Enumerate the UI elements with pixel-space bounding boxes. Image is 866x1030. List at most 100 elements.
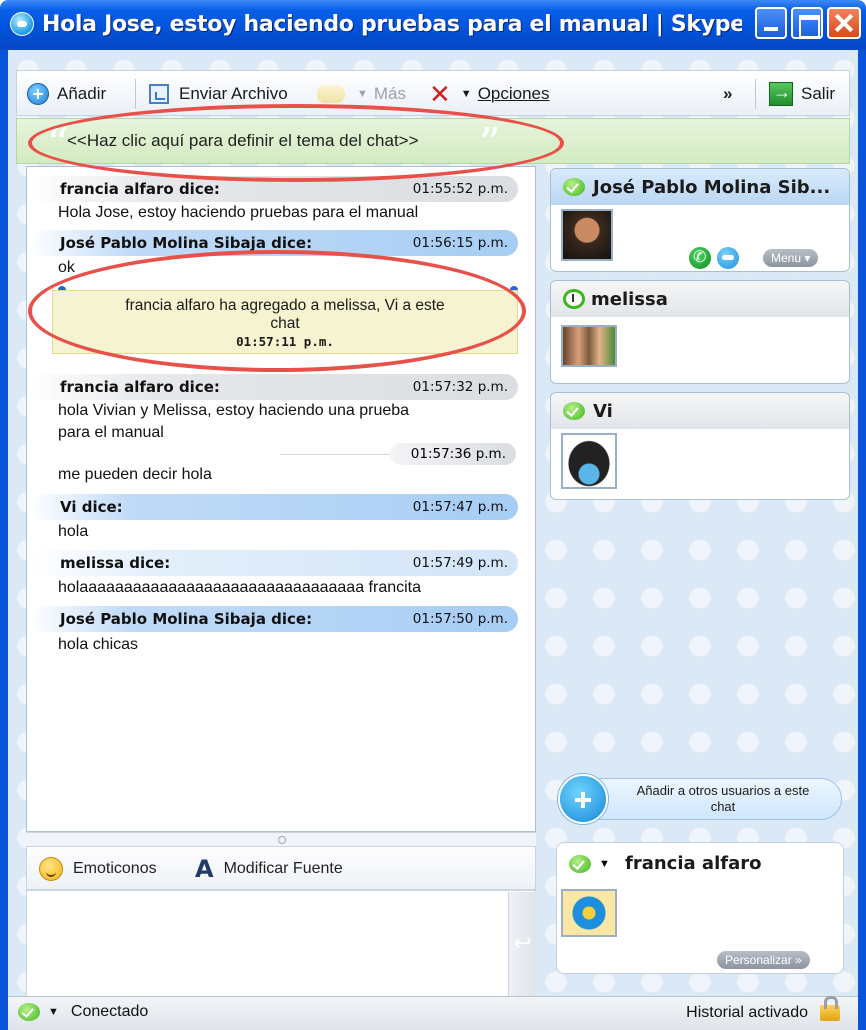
message-header: José Pablo Molina Sibaja dice: 01:56:15 … [30,230,518,256]
change-font-button[interactable]: A Modificar Fuente [195,847,343,891]
more-button[interactable]: ▼ Más [317,71,406,117]
system-notice: francia alfaro ha agregado a melissa, Vi… [52,290,518,354]
participant-card[interactable]: melissa [550,280,850,384]
online-status-button[interactable]: ▼ Conectado [18,1003,148,1021]
exit-icon [769,82,793,106]
message-text: hola [58,523,89,540]
online-status-icon [569,855,591,873]
message-text: Hola Jose, estoy haciendo pruebas para e… [58,204,419,221]
message-sender: francia alfaro dice: [60,180,220,198]
add-button[interactable]: Añadir [27,71,106,117]
minimize-button[interactable] [755,7,787,39]
participant-header: melissa [551,281,849,317]
close-button[interactable] [827,7,861,39]
send-file-icon [149,84,169,104]
online-status-icon [563,178,585,196]
history-status: Historial activado [686,1004,808,1021]
message-time: 01:57:50 p.m. [412,611,508,627]
my-profile-card: ▼ francia alfaro Personalizar » [556,842,844,974]
online-status-label: Conectado [70,1003,149,1020]
window-frame-left [0,50,8,1030]
message-divider [280,454,390,455]
participant-card[interactable]: Vi [550,392,850,500]
smiley-icon [39,857,63,881]
send-icon: ↩ [513,930,532,955]
add-user-icon[interactable] [558,774,608,824]
emoticons-button[interactable]: Emoticonos [39,847,157,891]
chevron-down-icon: ▼ [48,1006,59,1018]
avatar[interactable] [561,209,613,261]
chat-topic-bar[interactable]: “ <<Haz clic aquí para definir el tema d… [16,118,850,168]
online-status-icon [563,402,585,420]
message-sender: francia alfaro dice: [60,378,220,396]
send-button[interactable]: ↩ [508,892,536,1010]
pending-status-icon [563,289,585,309]
participant-name[interactable]: melissa [591,289,668,310]
chevron-down-icon: ▼ [599,858,610,870]
lock-icon[interactable] [820,996,840,1021]
customize-button[interactable]: Personalizar » [717,951,810,969]
message-sender: Vi dice: [60,498,123,516]
participant-card[interactable]: José Pablo Molina Sib... Menu ▾ [550,168,850,272]
status-bar: ▼ Conectado Historial activado [8,996,858,1030]
call-icon[interactable] [689,247,711,269]
options-label: Opciones [477,84,550,103]
message-text: ok [58,259,75,276]
message-header: Vi dice: 01:57:47 p.m. [30,494,518,520]
skype-chat-icon [10,12,34,36]
avatar[interactable] [561,889,617,937]
message-text: hola chicas [58,636,139,653]
message-time: 01:57:49 p.m. [412,555,508,571]
emoticons-label: Emoticonos [73,860,157,877]
message-sender: melissa dice: [60,554,171,572]
message-sender: José Pablo Molina Sibaja dice: [60,610,313,628]
notice-text-2: chat [270,315,300,332]
message-time: 01:57:47 p.m. [412,499,508,515]
avatar[interactable] [561,433,617,489]
message-time: 01:57:32 p.m. [412,379,508,395]
tools-icon: ✕ [429,78,451,109]
more-label: Más [373,84,407,103]
chevron-down-icon: ▼ [460,88,472,100]
add-label: Añadir [57,84,107,103]
notice-time: 01:57:11 p.m. [236,334,334,349]
send-file-label: Enviar Archivo [179,84,288,103]
more-icon [317,85,345,103]
message-header: francia alfaro dice: 01:55:52 p.m. [30,176,518,202]
toolbar: Añadir Enviar Archivo ▼ Más ✕ ▼ Opciones… [16,70,850,116]
message-text: holaaaaaaaaaaaaaaaaaaaaaaaaaaaaaaaa fran… [58,579,422,596]
add-users-label: Añadir a otros usuarios a este [636,783,810,798]
send-file-button[interactable]: Enviar Archivo [149,71,288,117]
add-icon [27,83,49,105]
my-status-button[interactable]: ▼ [569,855,610,873]
chat-icon[interactable] [717,247,739,269]
open-quote-icon: “ [47,119,69,168]
participant-header: Vi [551,393,849,429]
message-text: me pueden decir hola [58,466,212,483]
change-font-label: Modificar Fuente [223,860,343,877]
maximize-button[interactable] [791,7,823,39]
window-frame-right [858,50,866,1030]
contact-menu-button[interactable]: Menu ▾ [763,249,819,267]
toolbar-overflow-button[interactable]: » [723,71,732,117]
message-time: 01:57:36 p.m. [390,443,516,465]
message-sender: José Pablo Molina Sibaja dice: [60,234,313,252]
message-text-2: para el manual [58,424,164,441]
chat-topic-text[interactable]: <<Haz clic aquí para definir el tema del… [67,131,419,151]
exit-button[interactable]: Salir [769,71,835,117]
options-button[interactable]: ✕ ▼ Opciones [429,71,550,117]
message-header: José Pablo Molina Sibaja dice: 01:57:50 … [30,606,518,632]
format-bar: Emoticonos A Modificar Fuente [26,846,536,890]
message-time: 01:55:52 p.m. [412,181,508,197]
participant-name[interactable]: Vi [593,401,613,422]
message-text: hola Vivian y Melissa, estoy haciendo un… [58,402,410,419]
message-time: 01:56:15 p.m. [412,235,508,251]
toolbar-separator [135,79,136,109]
add-users-label-2: chat [710,799,736,814]
avatar[interactable] [561,325,617,367]
notice-text: francia alfaro ha agregado a melissa, Vi… [125,297,445,314]
panel-splitter[interactable] [26,832,536,846]
font-icon: A [195,855,214,883]
toolbar-separator [755,79,756,109]
participant-name[interactable]: José Pablo Molina Sib... [593,177,830,198]
